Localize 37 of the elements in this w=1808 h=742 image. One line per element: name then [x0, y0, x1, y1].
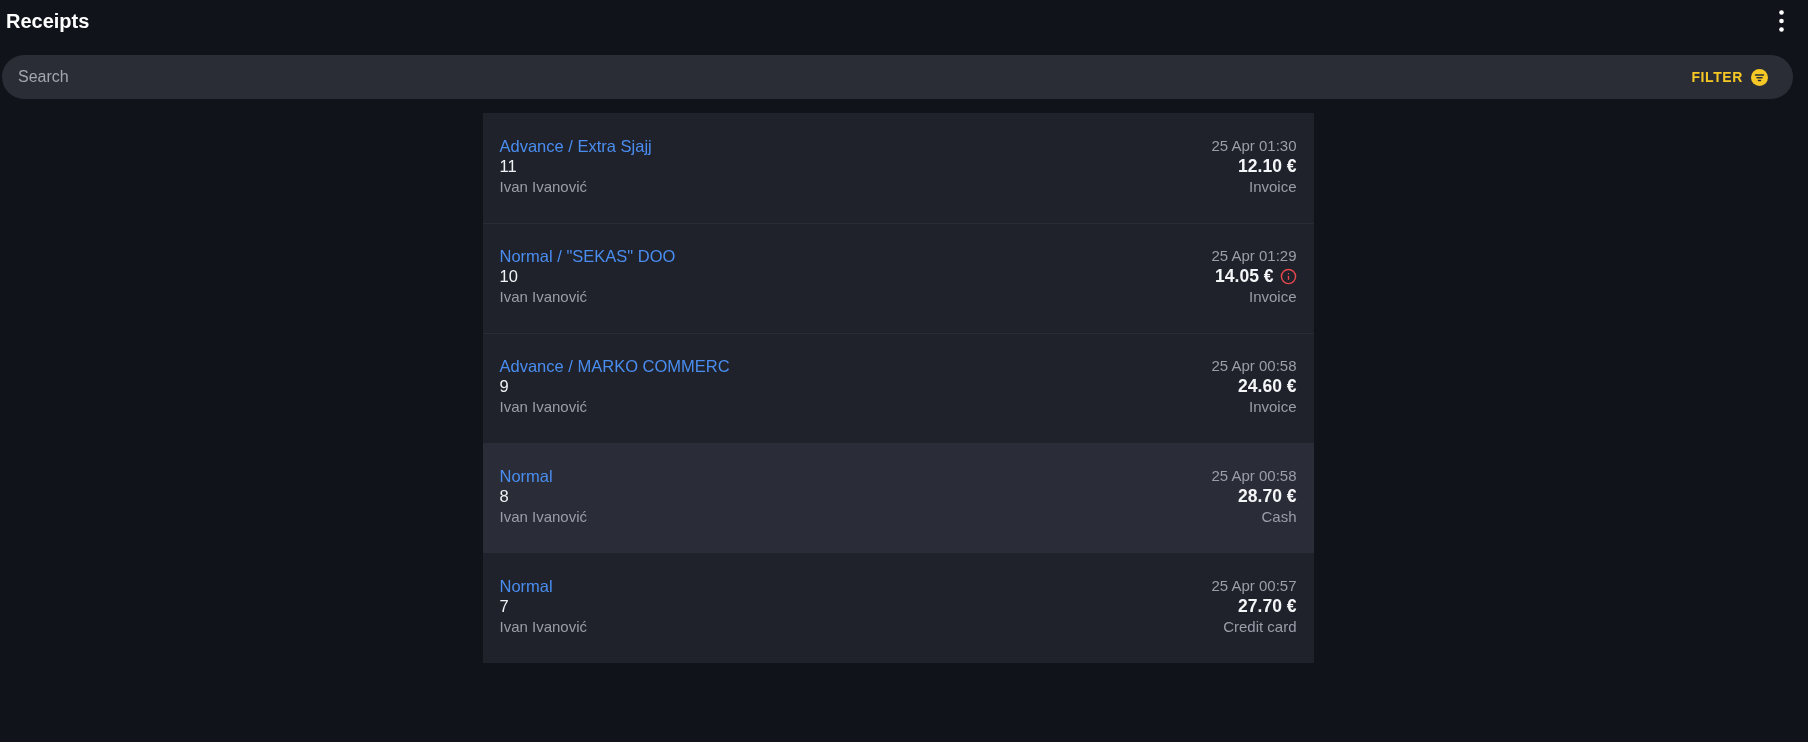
payment-method: Invoice: [1248, 287, 1297, 307]
receipt-type: Advance / Extra Sjajj: [499, 136, 652, 156]
filter-button[interactable]: FILTER: [1691, 63, 1768, 91]
receipt-number: 9: [499, 376, 509, 396]
payment-method: Invoice: [1248, 397, 1297, 417]
receipt-type: Normal: [499, 576, 553, 596]
cashier-name: Ivan Ivanović: [499, 397, 588, 417]
receipt-type: Normal: [499, 466, 553, 486]
receipt-date: 25 Apr 01:29: [1211, 246, 1297, 266]
receipt-amount: 14.05 €: [1215, 266, 1274, 286]
receipt-number: 8: [499, 486, 509, 506]
cashier-name: Ivan Ivanović: [499, 287, 588, 307]
page-title: Receipts: [6, 8, 90, 33]
more-options-icon[interactable]: [1779, 9, 1784, 32]
filter-icon: [1751, 68, 1768, 86]
receipt-type: Advance / MARKO COMMERC: [499, 356, 730, 376]
receipt-date: 25 Apr 01:30: [1211, 136, 1297, 156]
receipt-amount: 28.70 €: [1238, 486, 1297, 506]
receipt-amount: 24.60 €: [1238, 376, 1297, 396]
receipt-date: 25 Apr 00:58: [1211, 356, 1297, 376]
cashier-name: Ivan Ivanović: [499, 507, 588, 527]
receipt-number: 7: [499, 596, 509, 616]
search-field[interactable]: Search: [18, 63, 1692, 91]
search-bar[interactable]: Search FILTER: [2, 55, 1793, 99]
payment-method: Invoice: [1248, 177, 1297, 197]
receipt-number: 11: [499, 156, 517, 176]
receipt-row[interactable]: Normal 8 Ivan Ivanović 25 Apr 00:58 28.70 € Cash: [482, 443, 1314, 553]
receipt-type: Normal / "SEKAS" DOO: [499, 246, 676, 266]
payment-method: Credit card: [1223, 617, 1297, 637]
receipt-date: 25 Apr 00:58: [1211, 466, 1297, 486]
receipt-number: 10: [499, 266, 518, 286]
receipt-amount: 27.70 €: [1238, 596, 1297, 616]
cashier-name: Ivan Ivanović: [499, 177, 588, 197]
payment-method: Cash: [1261, 507, 1297, 527]
cashier-name: Ivan Ivanović: [499, 617, 588, 637]
receipt-amount: 12.10 €: [1238, 156, 1297, 176]
receipt-date: 25 Apr 00:57: [1211, 576, 1297, 596]
